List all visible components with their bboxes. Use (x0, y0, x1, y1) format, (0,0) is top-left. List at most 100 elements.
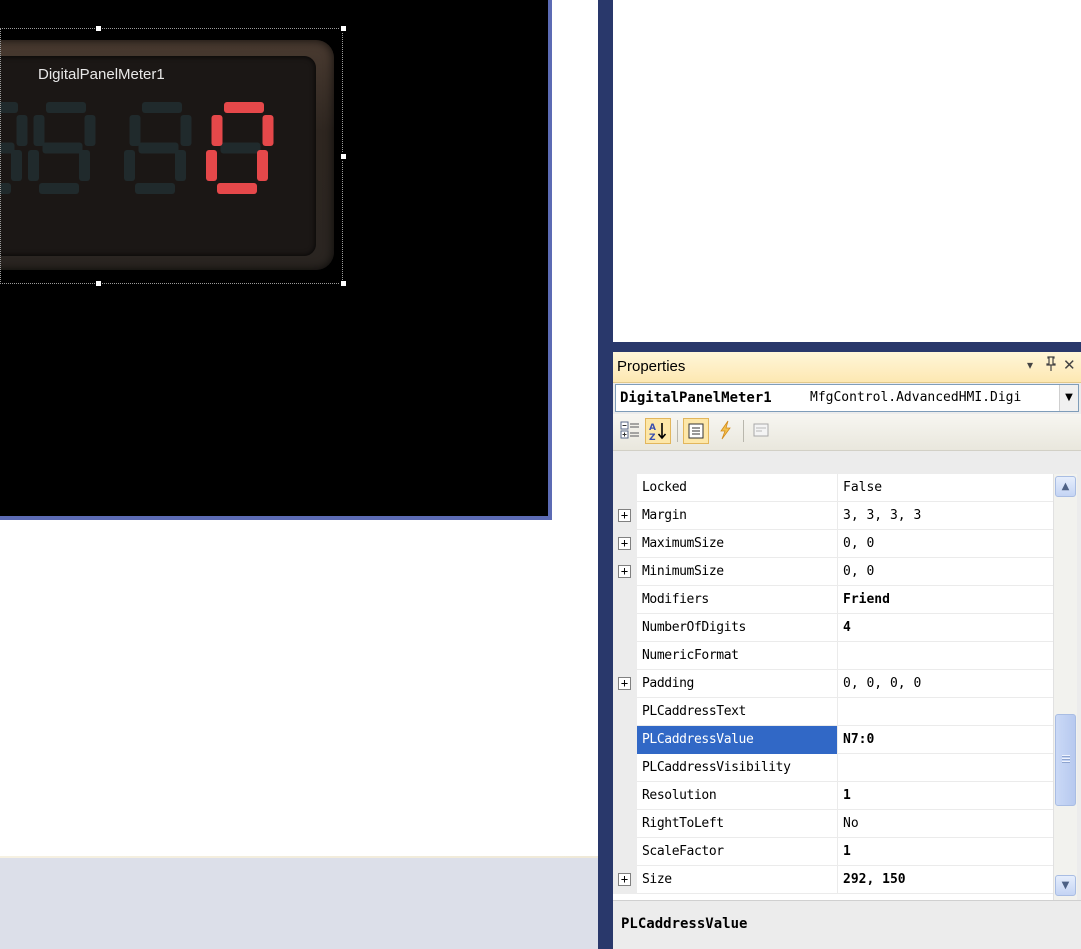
property-row[interactable]: Locked False (613, 474, 1053, 502)
property-row[interactable]: PLCaddressText (613, 698, 1053, 726)
property-name[interactable]: ScaleFactor (637, 838, 838, 866)
scroll-down-icon[interactable]: ▼ (1055, 875, 1076, 896)
resize-handle-bottom-right[interactable] (340, 280, 347, 287)
seven-segment-display (0, 102, 274, 194)
segment-c (79, 150, 90, 181)
segment-b (84, 115, 96, 146)
property-row[interactable]: RightToLeft No (613, 810, 1053, 838)
segment-g (138, 142, 179, 154)
property-row[interactable]: PLCaddressVisibility (613, 754, 1053, 782)
pin-icon[interactable] (1045, 356, 1057, 376)
scroll-up-icon[interactable]: ▲ (1055, 476, 1076, 497)
segment-a (224, 102, 264, 113)
property-row[interactable]: + Margin 3, 3, 3, 3 (613, 502, 1053, 530)
property-value[interactable]: No (839, 810, 1053, 838)
property-name[interactable]: Size (637, 866, 838, 894)
resize-handle-top[interactable] (95, 25, 102, 32)
property-name[interactable]: Padding (637, 670, 838, 698)
expand-icon[interactable]: + (618, 677, 631, 690)
segment-e (124, 150, 135, 181)
property-value[interactable]: 0, 0 (839, 558, 1053, 586)
properties-title: Properties (617, 358, 686, 375)
property-name[interactable]: PLCaddressVisibility (637, 754, 838, 782)
properties-toolbar: A Z (613, 414, 1081, 451)
resize-handle-right[interactable] (340, 153, 347, 160)
resize-handle-top-right[interactable] (340, 25, 347, 32)
segment-g (220, 142, 261, 154)
segment-a (142, 102, 182, 113)
pane-splitter[interactable] (598, 0, 610, 949)
property-row[interactable]: Modifiers Friend (613, 586, 1053, 614)
expand-icon[interactable]: + (618, 509, 631, 522)
object-selector-dropdown[interactable]: DigitalPanelMeter1 MfgControl.AdvancedHM… (615, 384, 1079, 412)
property-name[interactable]: NumberOfDigits (637, 614, 838, 642)
property-grid: Locked False + Margin 3, 3, 3, 3 + MaximumSize… (613, 474, 1053, 900)
alphabetical-sort-icon[interactable]: A Z (645, 418, 671, 444)
property-value[interactable]: 4 (839, 614, 1053, 642)
row-gutter: + (613, 558, 637, 586)
properties-titlebar[interactable]: Properties ▾ ✕ (613, 352, 1081, 383)
property-pages-icon[interactable] (749, 418, 775, 444)
form-canvas[interactable]: DigitalPanelMeter1 (0, 0, 552, 520)
segment-g (42, 142, 83, 154)
property-name[interactable]: PLCaddressValue (637, 726, 838, 754)
property-row[interactable]: PLCaddressValue N7:0 (613, 726, 1053, 754)
svg-text:A: A (649, 423, 656, 433)
property-row[interactable]: + Padding 0, 0, 0, 0 (613, 670, 1053, 698)
property-name[interactable]: Locked (637, 474, 838, 502)
row-gutter (613, 810, 637, 838)
expand-icon[interactable]: + (618, 873, 631, 886)
property-row[interactable]: NumericFormat (613, 642, 1053, 670)
segment-a (0, 102, 18, 113)
row-gutter (613, 642, 637, 670)
property-row[interactable]: NumberOfDigits 4 (613, 614, 1053, 642)
scrollbar-thumb[interactable] (1055, 714, 1076, 806)
property-value[interactable]: 0, 0 (839, 530, 1053, 558)
row-gutter (613, 614, 637, 642)
property-row[interactable]: ScaleFactor 1 (613, 838, 1053, 866)
property-value[interactable]: 292, 150 (839, 866, 1053, 894)
chevron-down-icon[interactable]: ▼ (1059, 385, 1078, 411)
property-value[interactable]: Friend (839, 586, 1053, 614)
property-value[interactable] (839, 642, 1053, 670)
expand-icon[interactable]: + (618, 537, 631, 550)
meter-title: DigitalPanelMeter1 (38, 66, 165, 83)
property-row[interactable]: + MaximumSize 0, 0 (613, 530, 1053, 558)
property-value[interactable]: 1 (839, 782, 1053, 810)
row-gutter (613, 838, 637, 866)
description-panel: PLCaddressValue (613, 906, 1081, 949)
property-name[interactable]: MaximumSize (637, 530, 838, 558)
resize-handle-bottom[interactable] (95, 280, 102, 287)
property-value[interactable]: 1 (839, 838, 1053, 866)
property-name[interactable]: PLCaddressText (637, 698, 838, 726)
property-name[interactable]: Resolution (637, 782, 838, 810)
bottom-panel (0, 858, 598, 949)
property-value[interactable]: N7:0 (839, 726, 1053, 754)
categorized-icon[interactable] (618, 418, 644, 444)
property-name[interactable]: Margin (637, 502, 838, 530)
property-row[interactable]: Resolution 1 (613, 782, 1053, 810)
property-row[interactable]: + MinimumSize 0, 0 (613, 558, 1053, 586)
events-icon[interactable] (713, 418, 739, 444)
property-row[interactable]: + Size 292, 150 (613, 866, 1053, 894)
property-value[interactable]: 0, 0, 0, 0 (839, 670, 1053, 698)
close-icon[interactable]: ✕ (1063, 356, 1076, 374)
segment-f (211, 115, 223, 146)
property-value[interactable] (839, 698, 1053, 726)
solution-panel (613, 0, 1081, 342)
properties-icon[interactable] (683, 418, 709, 444)
property-grid-scrollbar[interactable]: ▲ ▼ (1053, 474, 1077, 900)
window-menu-dropdown-icon[interactable]: ▾ (1027, 358, 1033, 372)
segment-b (262, 115, 274, 146)
property-value[interactable]: 3, 3, 3, 3 (839, 502, 1053, 530)
property-value[interactable]: False (839, 474, 1053, 502)
row-gutter (613, 726, 637, 754)
property-name[interactable]: RightToLeft (637, 810, 838, 838)
segment-f (129, 115, 141, 146)
property-name[interactable]: NumericFormat (637, 642, 838, 670)
expand-icon[interactable]: + (618, 565, 631, 578)
property-name[interactable]: Modifiers (637, 586, 838, 614)
property-name[interactable]: MinimumSize (637, 558, 838, 586)
property-value[interactable] (839, 754, 1053, 782)
segment-b (180, 115, 192, 146)
